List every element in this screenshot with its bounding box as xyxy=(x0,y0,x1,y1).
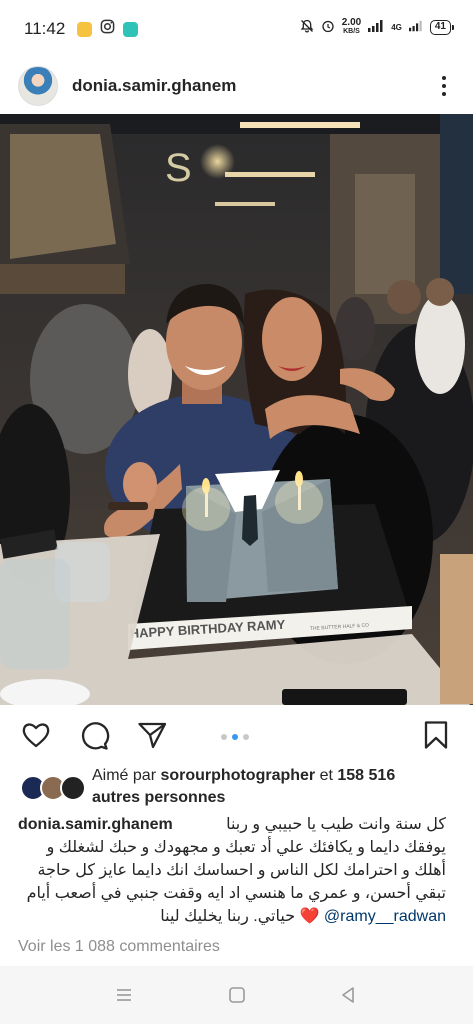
carousel-dot-active xyxy=(232,734,238,740)
caption-mention[interactable]: @ramy__radwan xyxy=(324,908,446,925)
nav-home-icon[interactable] xyxy=(226,984,248,1006)
svg-text:S: S xyxy=(165,146,192,190)
likes-text: Aimé par sorourphotographer et 158 516 a… xyxy=(92,767,396,806)
notification-app-icon xyxy=(77,21,93,37)
post-photo[interactable]: S HAPPY BIRTHDAY RAMY THE BUTTER HALF & … xyxy=(0,114,473,705)
mute-bell-icon xyxy=(300,19,314,36)
post-caption: donia.samir.ghanem كل سنة وانت طيب يا حب… xyxy=(18,813,446,928)
battery-indicator: 41 xyxy=(429,19,455,35)
likes-suffix[interactable]: autres personnes xyxy=(92,789,225,806)
caption-text-4: تبقي أحسن، و عمري ما هنسي اد ايه وقفت جن… xyxy=(26,885,446,902)
likes-summary[interactable]: Aimé par sorourphotographer et 158 516 a… xyxy=(20,765,460,811)
comment-icon[interactable] xyxy=(78,719,110,751)
status-bar: 11:42 2.00 KB/S 4G 41 xyxy=(0,0,473,58)
more-options-icon[interactable] xyxy=(435,70,453,102)
view-comments-link[interactable]: Voir les 1 088 commentaires xyxy=(18,938,220,956)
carousel-dot xyxy=(243,734,249,740)
messaging-app-icon xyxy=(123,21,139,37)
status-notification-icons xyxy=(77,19,139,39)
nav-menu-icon[interactable] xyxy=(113,984,135,1006)
caption-last-line: حياتي. ربنا يخليك لينا ❤️ @ramy__radwan xyxy=(18,905,446,928)
liker-avatar xyxy=(60,775,86,801)
share-icon[interactable] xyxy=(136,719,168,751)
save-bookmark-icon[interactable] xyxy=(420,719,452,751)
profile-avatar[interactable] xyxy=(18,66,58,106)
like-heart-icon[interactable] xyxy=(20,719,52,751)
photo-illustration: S HAPPY BIRTHDAY RAMY THE BUTTER HALF & … xyxy=(0,114,473,705)
caption-text-1: كل سنة وانت طيب يا حبيبي و ربنا xyxy=(226,816,446,833)
nav-back-icon[interactable] xyxy=(337,984,359,1006)
signal-icon-2 xyxy=(408,20,423,35)
post-header: donia.samir.ghanem xyxy=(0,58,473,114)
network-type: 4G xyxy=(391,22,402,32)
network-speed: 2.00 KB/S xyxy=(341,17,362,36)
status-right-group: 2.00 KB/S 4G 41 xyxy=(300,17,455,36)
post-actions xyxy=(0,705,473,763)
alarm-icon xyxy=(321,19,335,36)
liker-avatars xyxy=(20,775,86,801)
caption-username[interactable]: donia.samir.ghanem xyxy=(18,816,173,833)
carousel-dot xyxy=(221,734,227,740)
instagram-status-icon xyxy=(100,19,115,39)
caption-text-2: يوفقك دايما و يكافئك علي أد تعبك و مجهود… xyxy=(46,839,446,856)
signal-icon xyxy=(368,19,384,35)
caption-text-3: أهلك و احترامك لكل الناس و احساسك انك دا… xyxy=(37,862,446,879)
caption-first-line: donia.samir.ghanem كل سنة وانت طيب يا حب… xyxy=(18,813,446,836)
carousel-indicator xyxy=(221,734,249,740)
likes-count[interactable]: 158 516 xyxy=(337,767,395,784)
heart-emoji: ❤️ xyxy=(299,908,320,925)
system-nav-bar xyxy=(0,966,473,1024)
post-username[interactable]: donia.samir.ghanem xyxy=(72,76,236,96)
caption-text-5: حياتي. ربنا يخليك لينا xyxy=(160,908,296,925)
liker-username[interactable]: sorourphotographer xyxy=(160,767,315,784)
status-time: 11:42 xyxy=(24,19,66,38)
